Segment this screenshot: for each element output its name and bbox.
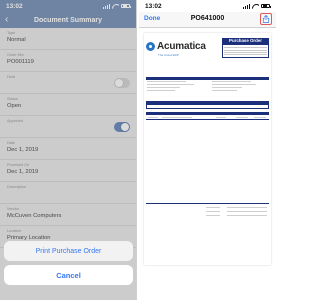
document-title: PO641000 <box>190 15 225 22</box>
share-button[interactable] <box>260 13 272 25</box>
cancel-button[interactable]: Cancel <box>4 265 133 285</box>
logo-tagline: The Cloud ERP <box>158 53 179 57</box>
pdf-preview-screen: 13:02 Done PO641000 Acumatica The Cloud … <box>139 0 276 300</box>
acumatica-logo: Acumatica <box>146 38 206 54</box>
status-time: 13:02 <box>145 2 162 10</box>
status-icons <box>243 3 271 9</box>
order-info-row <box>146 101 269 109</box>
preview-navigation-bar: Done PO641000 <box>139 12 276 28</box>
signal-icon <box>243 4 250 9</box>
battery-icon <box>261 3 271 9</box>
purchase-order-heading: Purchase Order <box>222 38 269 44</box>
document-summary-screen: 13:02 ‹ Document Summary Type Normal Ord… <box>0 0 137 300</box>
status-bar: 13:02 <box>139 0 276 12</box>
address-section-bar <box>146 77 269 80</box>
line-item-row <box>146 115 269 120</box>
share-icon <box>262 15 270 23</box>
print-purchase-order-label: Print Purchase Order <box>35 247 102 255</box>
acumatica-logo-icon <box>146 41 155 51</box>
ship-to-address-block <box>212 81 267 95</box>
vendor-address-block <box>147 81 202 95</box>
logo-text: Acumatica <box>157 40 206 52</box>
purchase-order-header-box: Purchase Order <box>222 38 269 58</box>
wifi-icon <box>252 4 259 9</box>
purchase-order-document[interactable]: Acumatica The Cloud ERP Purchase Order <box>144 33 271 265</box>
cancel-label: Cancel <box>56 270 81 280</box>
print-purchase-order-button[interactable]: Print Purchase Order <box>4 241 133 261</box>
order-totals-block <box>146 203 269 218</box>
header-detail-lines <box>222 44 269 58</box>
